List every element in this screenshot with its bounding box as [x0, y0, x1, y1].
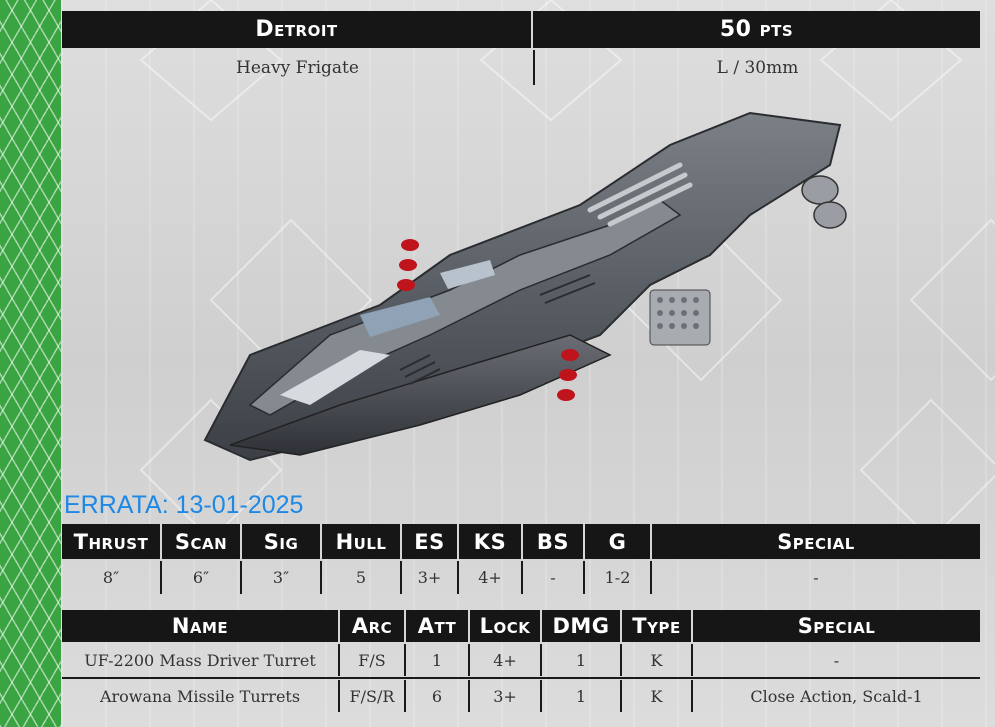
- stat-es: 3+: [402, 561, 459, 594]
- weapon-att: 6: [406, 680, 470, 712]
- stat-header-g: G: [585, 524, 652, 559]
- weapon-arc: F/S/R: [340, 680, 406, 712]
- weapon-header-special: Special: [693, 610, 980, 642]
- stat-header-es: ES: [402, 524, 459, 559]
- stat-scan: 6″: [162, 561, 242, 594]
- weapon-lock: 4+: [470, 644, 542, 676]
- stat-header-bs: BS: [523, 524, 585, 559]
- stats-value-row: 8″ 6″ 3″ 5 3+ 4+ - 1-2 -: [62, 561, 980, 594]
- ship-class: Heavy Frigate: [62, 50, 535, 85]
- weapon-header-name: Name: [62, 610, 340, 642]
- stat-header-ks: KS: [459, 524, 523, 559]
- stat-hull: 5: [322, 561, 402, 594]
- stat-header-scan: Scan: [162, 524, 242, 559]
- weapon-name: Arowana Missile Turrets: [62, 680, 340, 712]
- weapon-arc: F/S: [340, 644, 406, 676]
- stat-thrust: 8″: [62, 561, 162, 594]
- weapon-row: Arowana Missile Turrets F/S/R 6 3+ 1 K C…: [62, 680, 980, 712]
- stat-special: -: [813, 568, 819, 587]
- weapon-header-att: Att: [406, 610, 470, 642]
- stats-header-row: Thrust Scan Sig Hull ES KS BS G Special: [62, 524, 980, 559]
- weapons-header-row: Name Arc Att Lock DMG Type Special: [62, 610, 980, 642]
- green-side-stripe: [0, 0, 61, 727]
- ship-name: Detroit: [62, 11, 533, 48]
- stat-header-thrust: Thrust: [62, 524, 162, 559]
- ship-title-details: Heavy Frigate L / 30mm: [62, 50, 980, 85]
- weapon-special: -: [833, 650, 840, 670]
- weapon-row: UF-2200 Mass Driver Turret F/S 1 4+ 1 K …: [62, 644, 980, 676]
- stat-bs: -: [523, 561, 585, 594]
- weapon-special: Close Action, Scald-1: [750, 686, 923, 706]
- stat-sig: 3″: [242, 561, 322, 594]
- errata-date: ERRATA: 13-01-2025: [64, 491, 304, 519]
- ship-miniature-image: [203, 111, 847, 462]
- weapon-name: UF-2200 Mass Driver Turret: [62, 644, 340, 676]
- ship-points: 50 pts: [533, 11, 980, 48]
- stat-ks: 4+: [459, 561, 523, 594]
- weapon-lock: 3+: [470, 680, 542, 712]
- weapon-type: K: [622, 680, 693, 712]
- weapon-header-type: Type: [622, 610, 693, 642]
- stat-header-sig: Sig: [242, 524, 322, 559]
- weapon-dmg: 1: [542, 680, 622, 712]
- stat-header-hull: Hull: [322, 524, 402, 559]
- weapon-header-dmg: DMG: [542, 610, 622, 642]
- weapon-header-lock: Lock: [470, 610, 542, 642]
- stat-g: 1-2: [585, 561, 652, 594]
- weapon-row-divider: [62, 677, 980, 679]
- ship-size: L / 30mm: [716, 57, 799, 78]
- weapon-type: K: [622, 644, 693, 676]
- weapon-header-arc: Arc: [340, 610, 406, 642]
- stat-header-special: Special: [652, 524, 980, 559]
- weapon-att: 1: [406, 644, 470, 676]
- weapon-dmg: 1: [542, 644, 622, 676]
- ship-title-header: Detroit 50 pts: [62, 11, 980, 48]
